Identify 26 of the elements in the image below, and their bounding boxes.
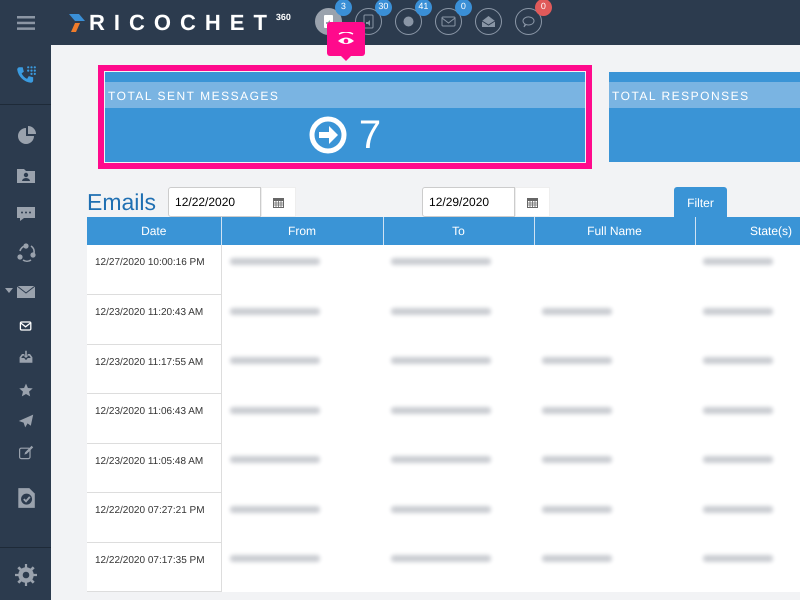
brand-superscript: 360	[276, 12, 291, 22]
brand-name: RICOCHET$^{360}$	[89, 9, 291, 37]
column-header[interactable]: From	[221, 217, 383, 245]
count-badge: 30	[374, 0, 392, 16]
stat-value: 7	[358, 112, 382, 159]
filter-button[interactable]: Filter	[674, 186, 728, 219]
table-cell: 12/23/2020 11:17:55 AM	[87, 344, 221, 394]
emails-heading: Emails	[87, 188, 156, 217]
table-cell: 12/22/2020 07:27:21 PM	[87, 492, 221, 542]
stat-title: TOTAL SENT MESSAGES	[108, 89, 280, 103]
column-header[interactable]: State(s)	[695, 217, 800, 245]
count-badge: 3	[334, 0, 352, 16]
from-date-field[interactable]: 12/22/2020	[168, 187, 262, 218]
to-date-field[interactable]: 12/29/2020	[422, 187, 516, 218]
column-header[interactable]: Full Name	[534, 217, 695, 245]
count-badge: 41	[414, 0, 432, 16]
column-header[interactable]: To	[383, 217, 534, 245]
count-badge: 0	[454, 0, 472, 16]
stat-title: TOTAL RESPONSES	[612, 89, 750, 103]
count-badge: 0	[534, 0, 552, 16]
table-cell: 12/27/2020 10:00:16 PM	[87, 245, 221, 294]
table-cell: 12/22/2020 07:17:35 PM	[87, 542, 221, 592]
table-cell: 12/23/2020 11:20:43 AM	[87, 294, 221, 344]
column-header[interactable]: Date	[87, 217, 221, 245]
table-cell: 12/23/2020 11:05:48 AM	[87, 443, 221, 492]
table-cell: 12/23/2020 11:06:43 AM	[87, 394, 221, 443]
